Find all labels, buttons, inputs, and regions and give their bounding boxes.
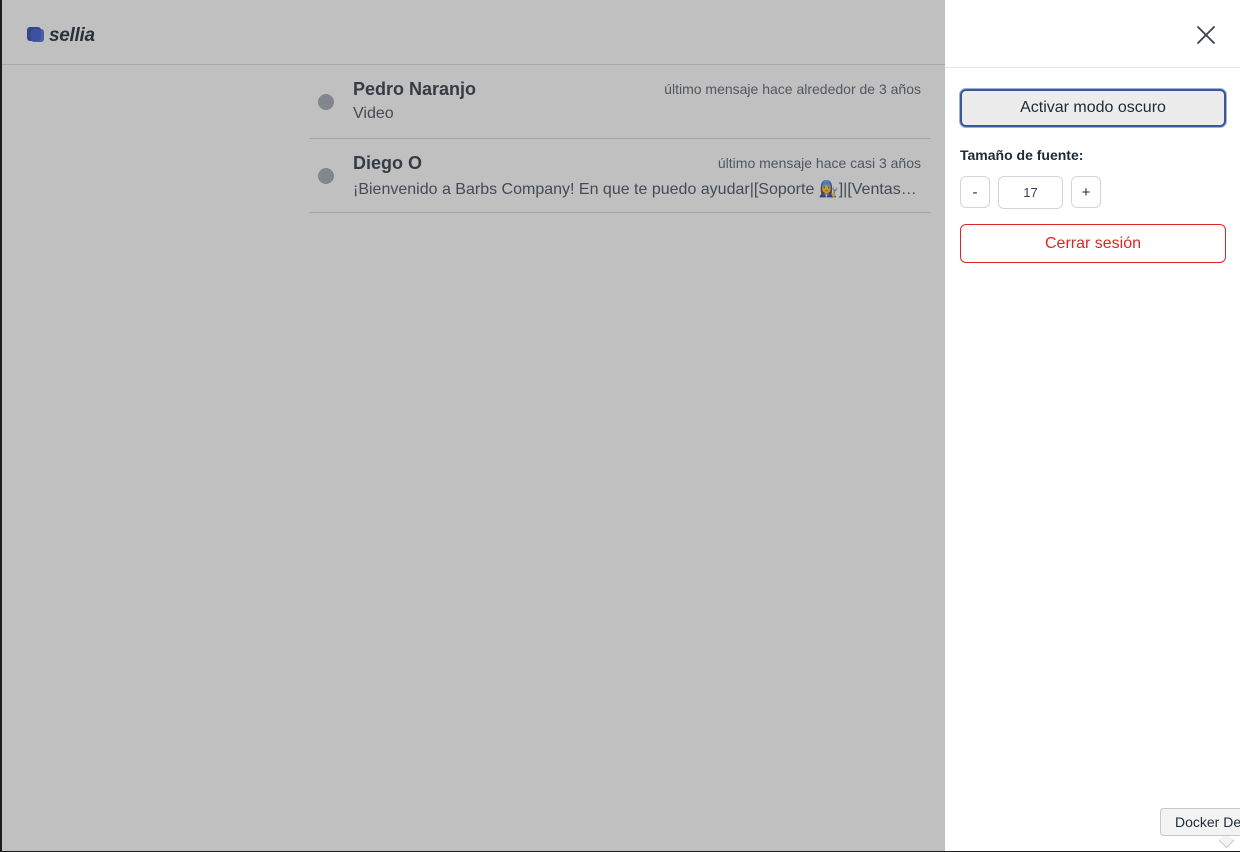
settings-side-panel: Activar modo oscuro Tamaño de fuente: - … [945, 0, 1240, 851]
font-size-label: Tamaño de fuente: [960, 147, 1084, 163]
decrease-font-button[interactable]: - [960, 176, 990, 208]
increase-font-button[interactable]: + [1071, 176, 1101, 208]
panel-header [945, 0, 1240, 68]
modal-backdrop[interactable] [2, 0, 945, 851]
app-window: sellia Pedro Naranjo último mensaje hace… [2, 0, 1240, 851]
dark-mode-button[interactable]: Activar modo oscuro [960, 89, 1226, 127]
docker-desktop-tooltip: Docker Desktop [1160, 808, 1240, 836]
logout-button[interactable]: Cerrar sesión [960, 224, 1226, 263]
font-size-input[interactable]: 17 [998, 176, 1063, 209]
close-icon[interactable] [1192, 21, 1220, 49]
